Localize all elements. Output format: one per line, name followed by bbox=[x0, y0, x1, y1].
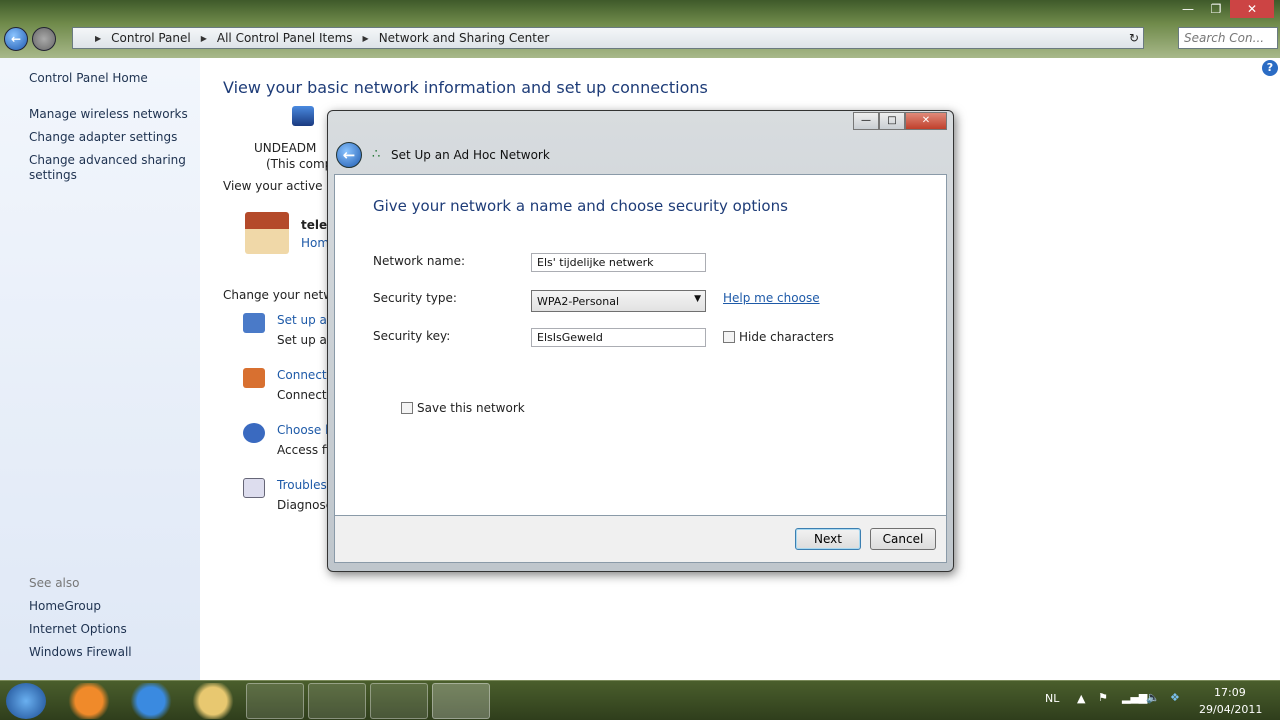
dialog-minimize-button[interactable]: — bbox=[853, 112, 879, 130]
see-also-homegroup[interactable]: HomeGroup bbox=[29, 599, 189, 614]
close-button[interactable]: ✕ bbox=[1230, 0, 1274, 18]
troubleshoot-icon bbox=[243, 478, 265, 498]
back-button[interactable]: ← bbox=[4, 27, 28, 51]
dialog-title: Set Up an Ad Hoc Network bbox=[391, 148, 550, 162]
setup-connection-icon bbox=[243, 313, 265, 333]
dialog-heading: Give your network a name and choose secu… bbox=[373, 197, 788, 215]
restore-button[interactable]: ❐ bbox=[1202, 0, 1230, 18]
taskbar: NL ▲ ⚑ ▂▄▆ 🔈 ❖ 17:09 29/04/2011 bbox=[0, 680, 1280, 720]
computer-icon bbox=[292, 106, 314, 126]
minimize-button[interactable]: — bbox=[1174, 0, 1202, 18]
dialog-maximize-button[interactable]: □ bbox=[879, 112, 905, 130]
address-bar[interactable]: ▶ Control Panel ▶ All Control Panel Items … bbox=[72, 27, 1144, 49]
see-also-label: See also bbox=[29, 576, 80, 590]
task-desc-troubleshoot: Diagnose bbox=[277, 498, 334, 512]
connect-network-icon bbox=[243, 368, 265, 388]
search-input[interactable]: Search Con... bbox=[1178, 27, 1278, 49]
dialog-back-button[interactable]: ← bbox=[336, 142, 362, 168]
sidebar-control-panel-home[interactable]: Control Panel Home bbox=[29, 71, 189, 86]
computer-name: UNDEADM bbox=[254, 141, 317, 155]
see-also-internet-options[interactable]: Internet Options bbox=[29, 622, 189, 637]
task-desc-connect: Connect bbox=[277, 388, 327, 402]
computer-sub: (This comp bbox=[266, 157, 333, 171]
dropbox-icon[interactable]: ❖ bbox=[1170, 691, 1180, 704]
firefox-icon[interactable] bbox=[60, 683, 118, 719]
volume-icon[interactable]: 🔈 bbox=[1146, 691, 1160, 704]
action-center-flag-icon[interactable]: ⚑ bbox=[1098, 691, 1108, 704]
dialog-content: Give your network a name and choose secu… bbox=[334, 174, 947, 516]
security-key-input[interactable]: ElsIsGeweld bbox=[531, 328, 706, 347]
breadcrumb-all-items[interactable]: All Control Panel Items bbox=[217, 31, 353, 45]
help-icon[interactable]: ? bbox=[1262, 60, 1278, 76]
network-signal-icon[interactable]: ▂▄▆ bbox=[1122, 691, 1147, 704]
window-titlebar: ← ▶ Control Panel ▶ All Control Panel Item… bbox=[0, 0, 1280, 58]
task-link-connect[interactable]: Connect bbox=[277, 368, 327, 382]
task-link-troubleshoot[interactable]: Troubles bbox=[277, 478, 327, 492]
change-settings-label: Change your netwo bbox=[223, 288, 341, 302]
adhoc-network-icon: ∴ bbox=[372, 147, 381, 162]
homegroup-icon bbox=[243, 423, 265, 443]
hide-characters-checkbox[interactable]: Hide characters bbox=[723, 330, 834, 344]
sidebar-adapter-settings[interactable]: Change adapter settings bbox=[29, 130, 189, 145]
notepad-taskbar-button[interactable] bbox=[246, 683, 304, 719]
dialog-footer: Next Cancel bbox=[334, 516, 947, 563]
task-link-homegroup[interactable]: Choose h bbox=[277, 423, 333, 437]
security-type-select[interactable]: WPA2-Personal ▼ bbox=[531, 290, 706, 312]
security-type-value: WPA2-Personal bbox=[537, 295, 620, 308]
security-type-label: Security type: bbox=[373, 291, 457, 305]
page-title: View your basic network information and … bbox=[223, 78, 708, 97]
network-name-input[interactable]: Els' tijdelijke netwerk bbox=[531, 253, 706, 272]
internet-explorer-icon[interactable] bbox=[122, 683, 180, 719]
clock-time[interactable]: 17:09 bbox=[1214, 686, 1246, 699]
homegroup-taskbar-button[interactable] bbox=[370, 683, 428, 719]
dialog-close-button[interactable]: ✕ bbox=[905, 112, 947, 130]
sidebar-advanced-sharing[interactable]: Change advanced sharing settings bbox=[29, 153, 189, 183]
network-name-label: Network name: bbox=[373, 254, 465, 268]
clock-date[interactable]: 29/04/2011 bbox=[1199, 703, 1262, 716]
control-panel-taskbar-button[interactable] bbox=[432, 683, 490, 719]
active-networks-label: View your active ne bbox=[223, 179, 342, 193]
breadcrumb-control-panel[interactable]: Control Panel bbox=[111, 31, 191, 45]
app-taskbar-button[interactable] bbox=[308, 683, 366, 719]
checkbox-box[interactable] bbox=[723, 331, 735, 343]
sidebar-links: Control Panel Home Manage wireless netwo… bbox=[0, 58, 200, 680]
breadcrumb-network-center[interactable]: Network and Sharing Center bbox=[379, 31, 550, 45]
save-network-checkbox[interactable]: Save this network bbox=[401, 401, 525, 415]
adhoc-dialog: — □ ✕ ← ∴ Set Up an Ad Hoc Network Give yo… bbox=[327, 110, 954, 572]
task-desc-homegroup: Access fil bbox=[277, 443, 333, 457]
language-indicator[interactable]: NL bbox=[1045, 692, 1059, 705]
checkbox-box[interactable] bbox=[401, 402, 413, 414]
chevron-down-icon: ▼ bbox=[694, 294, 701, 304]
help-me-choose-link[interactable]: Help me choose bbox=[723, 291, 820, 305]
cancel-button[interactable]: Cancel bbox=[870, 528, 936, 550]
forward-button[interactable] bbox=[32, 27, 56, 51]
security-key-label: Security key: bbox=[373, 329, 451, 343]
home-network-icon bbox=[245, 212, 289, 254]
start-button[interactable] bbox=[6, 683, 46, 719]
explorer-icon[interactable] bbox=[184, 683, 242, 719]
network-name: tele bbox=[301, 218, 328, 232]
refresh-icon[interactable]: ↻ bbox=[1129, 31, 1139, 45]
see-also-windows-firewall[interactable]: Windows Firewall bbox=[29, 645, 189, 660]
save-network-label: Save this network bbox=[417, 401, 525, 415]
hide-characters-label: Hide characters bbox=[739, 330, 834, 344]
show-hidden-icons[interactable]: ▲ bbox=[1077, 692, 1085, 705]
sidebar-manage-wireless[interactable]: Manage wireless networks bbox=[29, 107, 189, 122]
next-button[interactable]: Next bbox=[795, 528, 861, 550]
network-type-link[interactable]: Hom bbox=[301, 236, 329, 250]
